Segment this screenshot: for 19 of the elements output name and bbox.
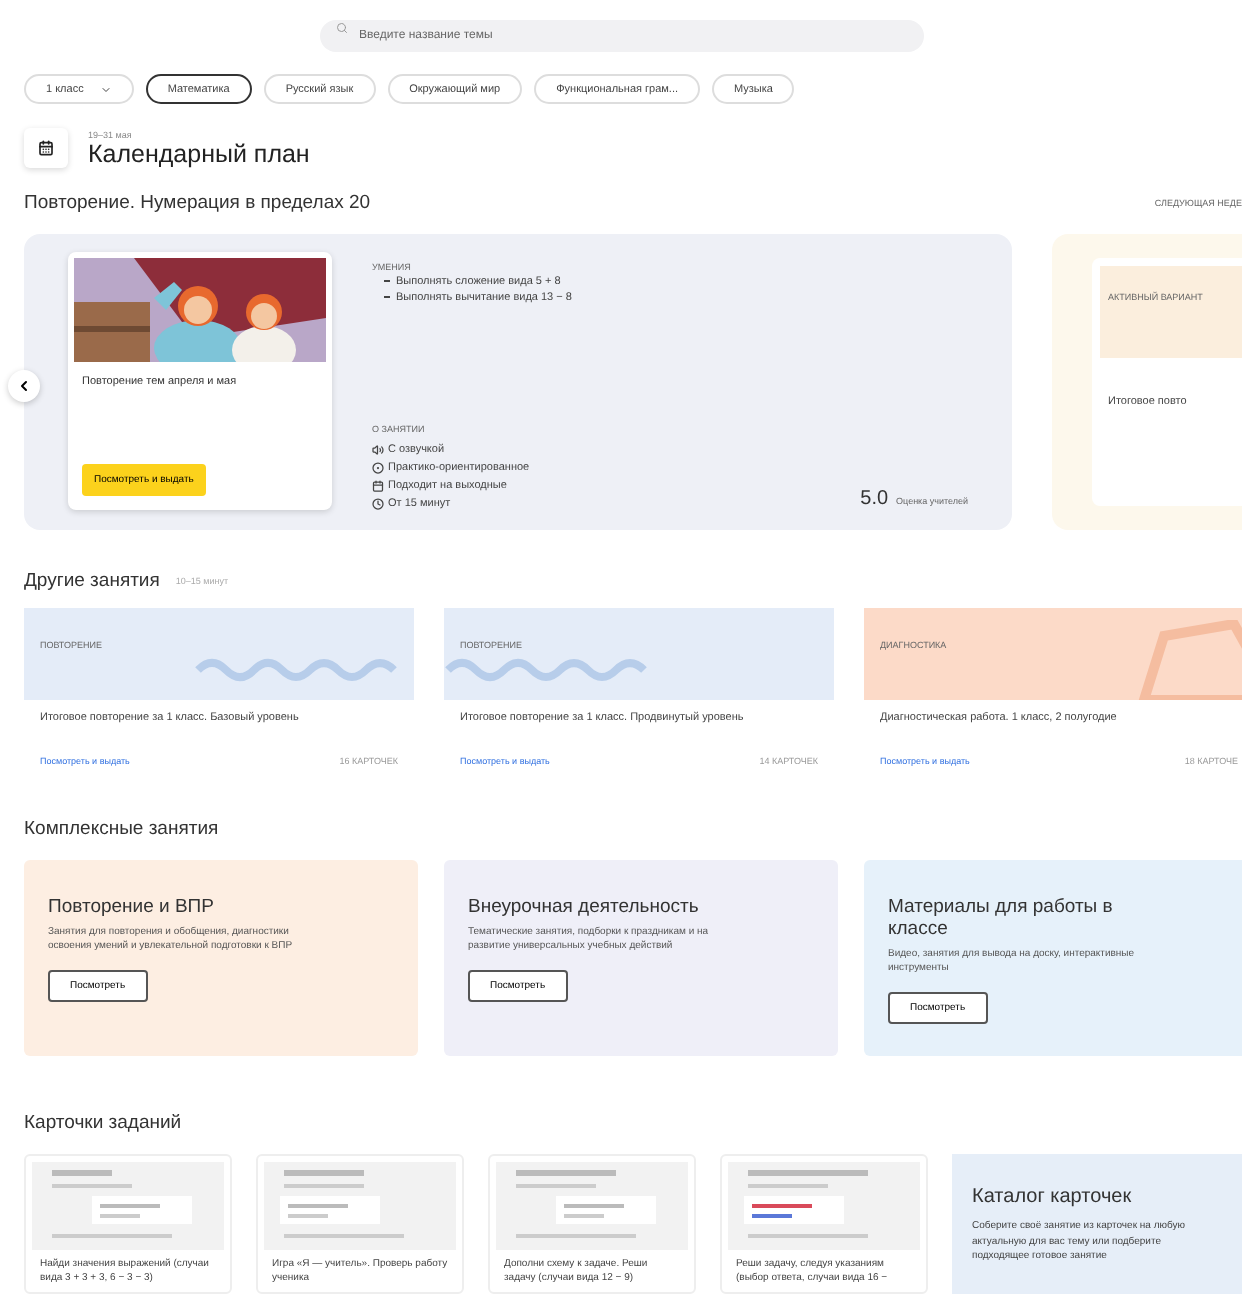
rating-value: 5.0 [860, 488, 889, 510]
page-title: Календарный план [88, 139, 310, 167]
category-title: Повторение и ВПР [48, 896, 216, 918]
chevron-down-icon [99, 83, 112, 95]
clock-icon [372, 498, 384, 510]
section-title: Другие занятия [24, 570, 160, 592]
category-title: Материалы для работы в классе [888, 896, 1115, 940]
chevron-left-icon [16, 378, 32, 394]
previous-button[interactable] [8, 370, 40, 402]
search-icon [335, 22, 347, 34]
category-title: Внеурочная деятельность [468, 896, 701, 918]
section-title: Комплексные занятия [24, 818, 219, 840]
calendar-icon [372, 480, 384, 492]
speaker-icon [372, 444, 384, 456]
section-title: Карточки заданий [24, 1112, 182, 1134]
section-title: Повторение. Нумерация в пределах 20 [24, 192, 371, 214]
target-icon [372, 462, 384, 474]
catalog-title: Каталог карточек [972, 1186, 1134, 1208]
calendar-icon [38, 140, 54, 156]
